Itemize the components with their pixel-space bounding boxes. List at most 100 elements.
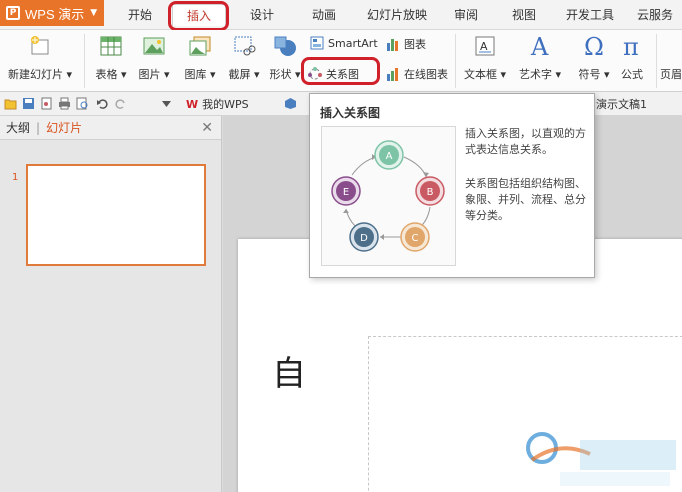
tooltip-description-2: 关系图包括组织结构图、象限、并列、流程、总分等分类。 — [465, 177, 586, 222]
online-chart-icon — [386, 67, 400, 81]
close-icon[interactable]: ✕ — [201, 120, 213, 136]
tab-view[interactable]: 视图 — [504, 4, 544, 26]
svg-text:π: π — [623, 34, 639, 58]
chart-button[interactable]: 图表 — [386, 36, 426, 52]
bar-chart-icon — [386, 37, 400, 51]
new-slide-label: 新建幻灯片 — [7, 68, 63, 81]
tab-slideshow[interactable]: 幻灯片放映 — [358, 4, 436, 26]
smartart-button[interactable]: SmartArt — [310, 36, 378, 50]
tab-insert[interactable]: 插入 — [172, 4, 226, 26]
node-c: C — [400, 222, 430, 252]
tab-outline[interactable]: 大纲 — [6, 119, 30, 136]
online-chart-button[interactable]: 在线图表 — [386, 66, 448, 82]
gallery-button[interactable]: 图库 ▾ — [178, 30, 222, 82]
ribbon-separator — [84, 34, 85, 88]
slide-panel: 大纲 | 幻灯片 ✕ 1 — [0, 116, 222, 492]
node-b: B — [415, 176, 445, 206]
picture-button[interactable]: 图片 ▾ — [134, 30, 174, 82]
table-button[interactable]: 表格 ▾ — [92, 30, 130, 82]
wps-w-icon: W — [186, 97, 199, 111]
svg-text:A: A — [480, 40, 488, 53]
chart-label: 图表 — [404, 38, 426, 51]
screenshot-button[interactable]: 截屏 ▾ — [224, 30, 264, 82]
table-icon — [99, 34, 123, 58]
online-chart-label: 在线图表 — [404, 68, 448, 81]
ribbon-separator — [455, 34, 456, 88]
textbox-label: 文本框 — [463, 68, 497, 81]
header-footer-label: 页眉 — [660, 68, 682, 81]
wordart-button[interactable]: A 艺术字 ▾ — [514, 30, 566, 82]
relation-chart-button[interactable]: 关系图 — [308, 66, 359, 82]
formula-label: 公式 — [621, 68, 643, 81]
pi-icon: π — [620, 33, 644, 61]
textbox-button[interactable]: A 文本框 ▾ — [460, 30, 510, 82]
save-icon[interactable] — [22, 97, 35, 110]
svg-text:B: B — [427, 187, 434, 198]
slide-thumbnail[interactable] — [26, 164, 206, 266]
picture-label: 图片 — [138, 68, 161, 81]
shape-label: 形状 — [269, 68, 292, 81]
chevron-down-icon: ▼ — [90, 8, 98, 18]
customize-dropdown-icon[interactable] — [160, 97, 173, 110]
svg-text:C: C — [412, 233, 419, 244]
tab-design[interactable]: 设计 — [240, 4, 284, 26]
header-footer-button[interactable]: 页眉 — [660, 30, 682, 82]
formula-button[interactable]: π 公式 — [614, 30, 650, 82]
site-watermark — [520, 420, 682, 492]
slide-number: 1 — [12, 172, 19, 183]
header-footer-icon — [660, 34, 682, 58]
tab-home[interactable]: 开始 — [118, 4, 162, 26]
svg-text:D: D — [360, 233, 368, 244]
relation-chart-label: 关系图 — [326, 68, 359, 81]
tab-review[interactable]: 审阅 — [446, 4, 486, 26]
tab-cloud[interactable]: 云服务 — [630, 4, 680, 26]
node-e: E — [331, 176, 361, 206]
symbol-label: 符号 — [578, 68, 601, 81]
node-d: D — [349, 222, 379, 252]
table-label: 表格 — [95, 68, 118, 81]
menu-tab-bar: P WPS 演示 ▼ 开始 插入 设计 动画 幻灯片放映 审阅 视图 开发工具 … — [0, 0, 682, 30]
svg-text:E: E — [343, 187, 349, 198]
svg-text:Ω: Ω — [584, 34, 604, 58]
relation-chart-icon — [308, 67, 322, 81]
tab-developer[interactable]: 开发工具 — [558, 4, 622, 26]
new-slide-icon — [28, 34, 52, 58]
my-wps-label: 我的WPS — [202, 98, 249, 111]
tab-divider: | — [36, 120, 41, 135]
new-slide-button[interactable]: 新建幻灯片 ▾ — [4, 30, 76, 82]
symbol-button[interactable]: Ω 符号 ▾ — [572, 30, 616, 82]
tooltip-title: 插入关系图 — [320, 106, 381, 120]
tab-slides[interactable]: 幻灯片 — [46, 119, 82, 136]
export-pdf-icon[interactable] — [40, 97, 53, 110]
omega-icon: Ω — [582, 33, 606, 61]
shape-button[interactable]: 形状 ▾ — [266, 30, 304, 82]
panel-tabs: 大纲 | 幻灯片 — [0, 116, 221, 140]
smartart-label: SmartArt — [328, 36, 378, 50]
app-menu-button[interactable]: P WPS 演示 ▼ — [0, 0, 104, 26]
document-title: 演示文稿1 — [596, 98, 647, 111]
print-icon[interactable] — [58, 97, 71, 110]
print-preview-icon[interactable] — [76, 97, 89, 110]
smartart-icon — [310, 36, 324, 50]
my-wps-tab[interactable]: W 我的WPS — [180, 94, 255, 114]
redo-icon[interactable] — [114, 97, 127, 110]
shapes-icon — [273, 34, 297, 58]
wordart-icon: A — [528, 33, 552, 61]
textbox-icon: A — [473, 34, 497, 58]
cube-icon[interactable] — [284, 97, 297, 110]
tooltip-description-1: 插入关系图，以直观的方式表达信息关系。 — [465, 127, 586, 156]
undo-icon[interactable] — [96, 97, 109, 110]
tab-animation[interactable]: 动画 — [302, 4, 346, 26]
node-a: A — [374, 140, 404, 170]
picture-icon — [142, 34, 166, 58]
relation-chart-tooltip: 插入关系图 A B C D E 插入关系图，以直观的方式表达信息关系。 关系图包… — [309, 93, 595, 278]
relation-chart-preview: A B C D E — [321, 126, 456, 266]
ribbon-separator — [656, 34, 657, 88]
open-folder-icon[interactable] — [4, 97, 17, 110]
slide-title-text[interactable]: 自 — [272, 346, 306, 395]
svg-text:A: A — [530, 34, 549, 58]
wps-logo-icon: P — [6, 6, 20, 20]
svg-text:A: A — [386, 151, 393, 162]
document-tab[interactable]: 演示文稿1 — [590, 94, 653, 114]
app-name: WPS 演示 — [25, 6, 85, 22]
